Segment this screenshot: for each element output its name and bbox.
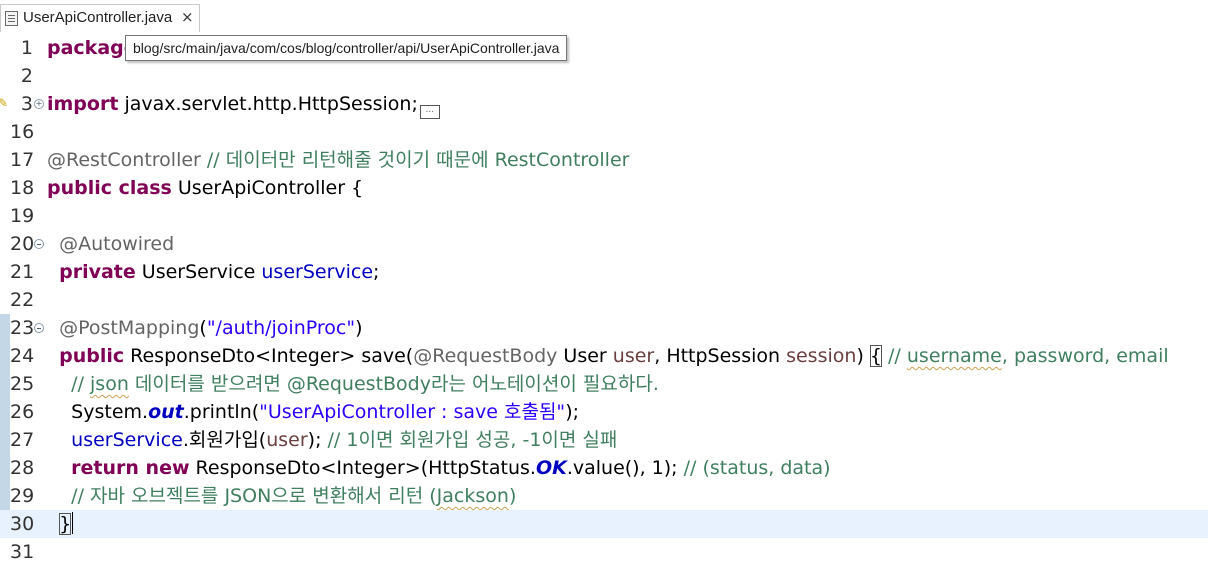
current-code-line[interactable]: 30 }	[0, 510, 1208, 538]
code-text: private UserService userService;	[59, 261, 380, 283]
line-number: 17	[10, 149, 35, 171]
code-line[interactable]: 19	[0, 202, 1208, 230]
code-line[interactable]: 31	[0, 538, 1208, 566]
code-text: @RestController // 데이터만 리턴해줄 것이기 때문에 Res…	[47, 149, 630, 171]
fold-collapse-icon[interactable]	[34, 323, 44, 333]
code-line[interactable]: 2	[0, 62, 1208, 90]
close-icon[interactable]: ×	[181, 8, 194, 26]
code-line[interactable]: 16	[0, 118, 1208, 146]
code-line[interactable]: 25 // json 데이터를 받으려면 @RequestBody라는 어노테이…	[0, 370, 1208, 398]
line-number: 23	[10, 317, 35, 339]
line-number: 1	[20, 37, 33, 59]
code-line[interactable]: 17 @RestController // 데이터만 리턴해줄 것이기 때문에 …	[0, 146, 1208, 174]
line-number: 27	[10, 429, 35, 451]
line-number: 29	[10, 485, 35, 507]
line-number: 18	[10, 177, 35, 199]
code-text: // 자바 오브젝트를 JSON으로 변환해서 리턴 (Jackson)	[71, 485, 517, 507]
code-editor[interactable]: 1 package 2 ✎ 3 import javax.servlet.htt…	[0, 34, 1208, 563]
matching-brace: }	[59, 513, 72, 535]
line-number: 25	[10, 373, 35, 395]
code-line[interactable]: 21 private UserService userService;	[0, 258, 1208, 286]
line-number: 20	[10, 233, 35, 255]
line-number: 16	[10, 121, 35, 143]
code-text: }	[47, 510, 74, 538]
code-line[interactable]: 24 public ResponseDto<Integer> save(@Req…	[0, 342, 1208, 370]
file-path-tooltip: blog/src/main/java/com/cos/blog/controll…	[125, 35, 568, 61]
code-line[interactable]: 20 @Autowired	[0, 230, 1208, 258]
line-number: 30	[10, 513, 35, 535]
text-caret	[72, 512, 74, 534]
code-line[interactable]: 26 System.out.println("UserApiController…	[0, 398, 1208, 426]
editor-tab-bar: UserApiController.java ×	[0, 0, 1208, 34]
line-number: 26	[10, 401, 35, 423]
editor-tab-user-api-controller[interactable]: UserApiController.java ×	[0, 4, 200, 32]
line-number: 19	[10, 205, 35, 227]
code-line[interactable]: 28 return new ResponseDto<Integer>(HttpS…	[0, 454, 1208, 482]
code-text: package	[47, 37, 137, 59]
line-number: 2	[20, 65, 33, 87]
java-file-icon	[5, 11, 18, 26]
code-line[interactable]: 22	[0, 286, 1208, 314]
code-text: public ResponseDto<Integer> save(@Reques…	[59, 345, 1169, 367]
fold-expand-icon[interactable]	[34, 99, 44, 109]
fold-collapse-icon[interactable]	[34, 239, 44, 249]
line-number: 24	[10, 345, 35, 367]
code-text: import javax.servlet.http.HttpSession;..…	[47, 90, 440, 119]
code-text: public class UserApiController {	[47, 177, 364, 199]
collapsed-imports-marker[interactable]: ...	[419, 105, 440, 119]
code-line[interactable]: 23 @PostMapping("/auth/joinProc")	[0, 314, 1208, 342]
line-number: 28	[10, 457, 35, 479]
line-number: 31	[10, 541, 35, 563]
matching-brace: {	[869, 345, 882, 367]
code-text: return new ResponseDto<Integer>(HttpStat…	[71, 457, 831, 479]
code-text: System.out.println("UserApiController : …	[71, 401, 580, 423]
warning-marker-icon[interactable]: ✎	[0, 96, 8, 110]
line-number: 22	[10, 289, 35, 311]
code-line[interactable]: 18 public class UserApiController {	[0, 174, 1208, 202]
code-text: @PostMapping("/auth/joinProc")	[59, 317, 363, 339]
code-text: userService.회원가입(user); // 1이면 회원가입 성공, …	[71, 429, 618, 451]
code-line[interactable]: 27 userService.회원가입(user); // 1이면 회원가입 성…	[0, 426, 1208, 454]
code-line[interactable]: ✎ 3 import javax.servlet.http.HttpSessio…	[0, 90, 1208, 119]
code-text: // json 데이터를 받으려면 @RequestBody라는 어노테이션이 …	[71, 373, 659, 395]
tab-label: UserApiController.java	[23, 9, 173, 26]
line-number: 3	[20, 93, 33, 115]
line-number: 21	[10, 261, 35, 283]
code-line[interactable]: 29 // 자바 오브젝트를 JSON으로 변환해서 리턴 (Jackson)	[0, 482, 1208, 510]
code-text: @Autowired	[59, 233, 175, 255]
